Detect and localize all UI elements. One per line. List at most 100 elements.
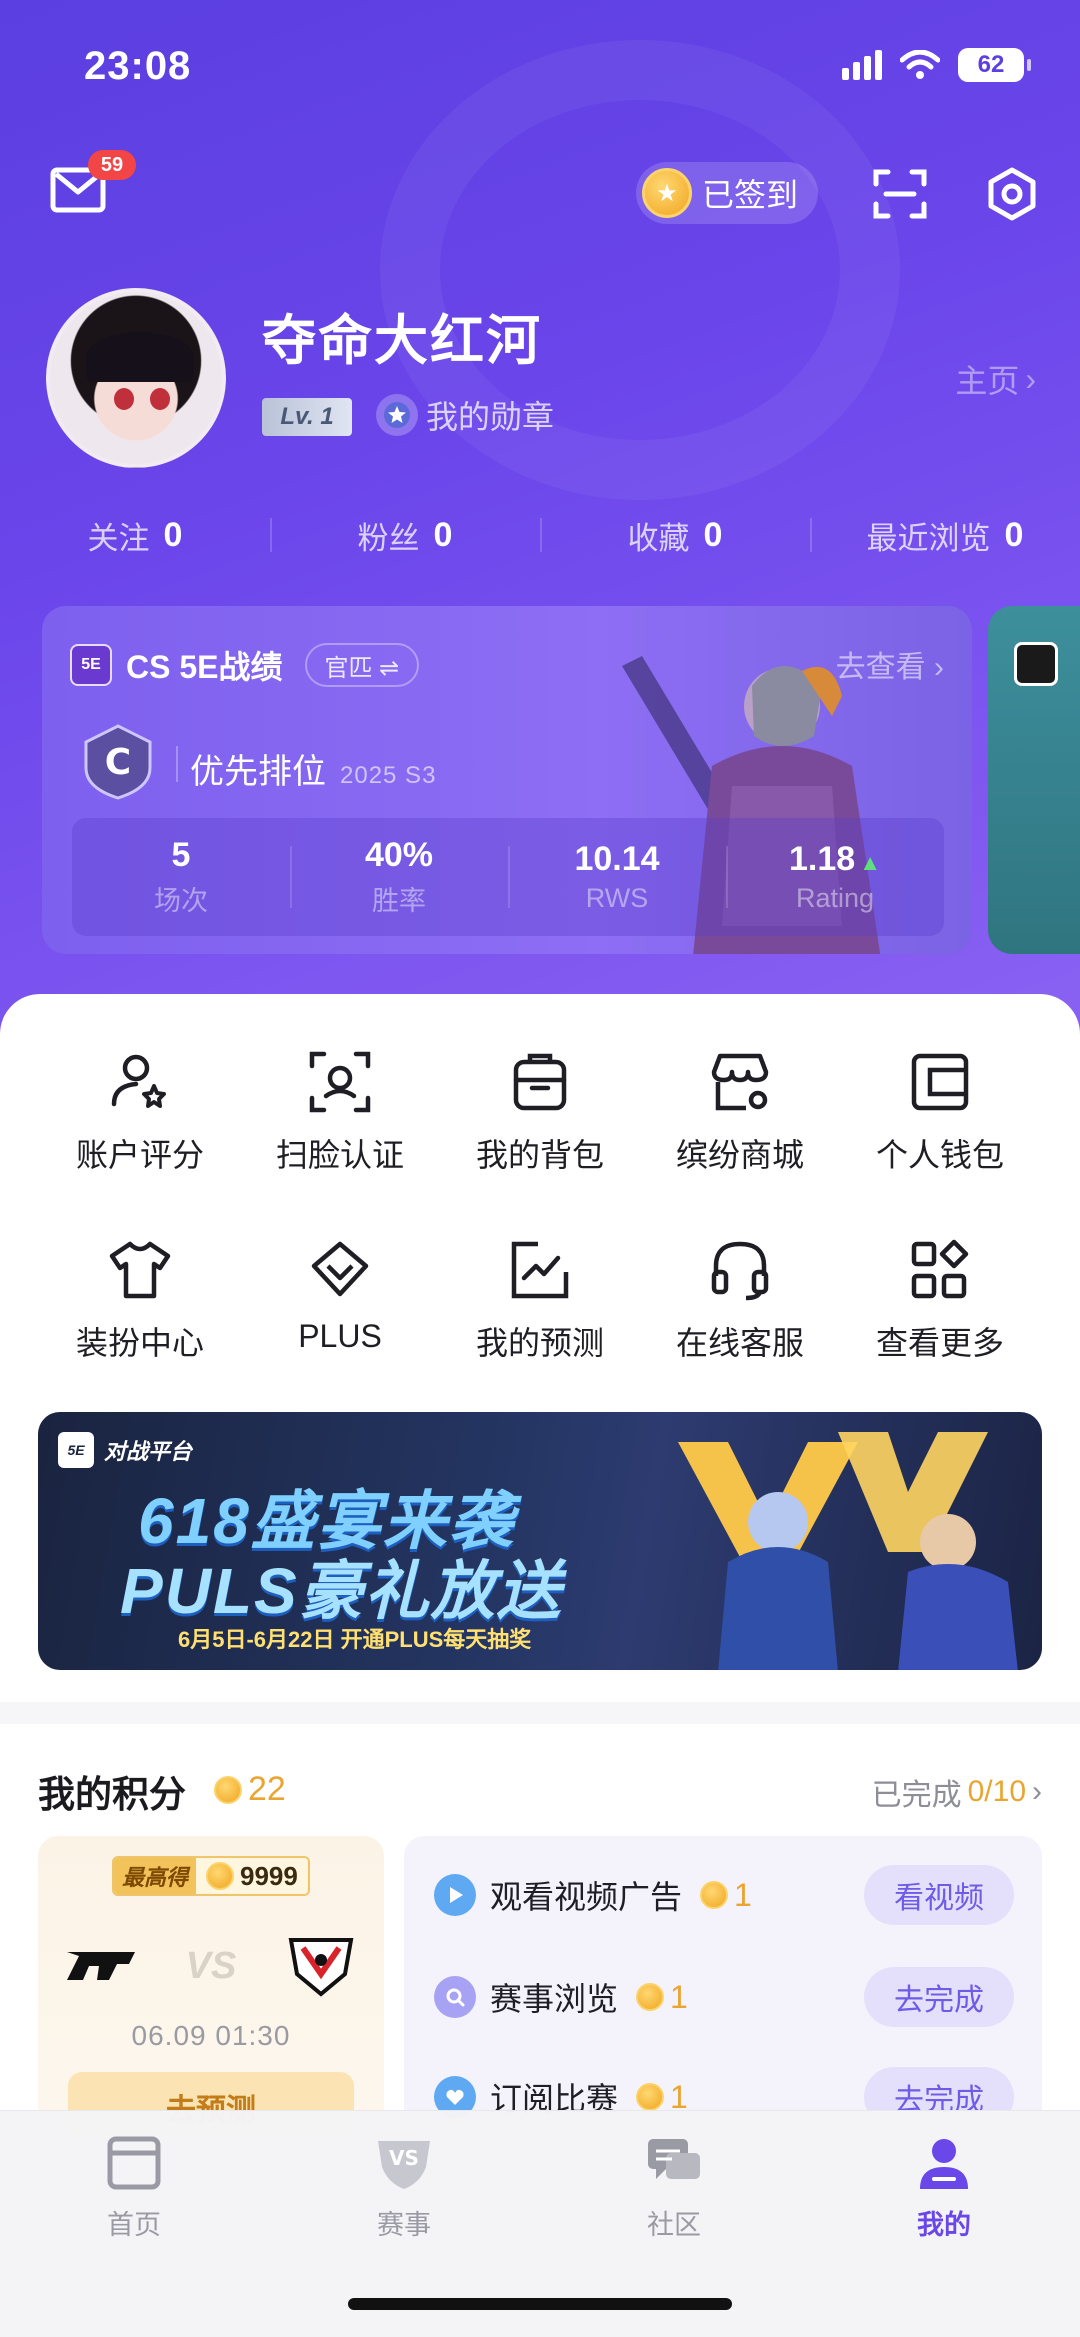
battery-indicator: 62 [958,48,1031,82]
coin-icon [206,1862,235,1890]
metric-rating: 1.18 ▲ Rating [726,818,944,936]
feature-grid: 账户评分 扫脸认证 我的背包 缤纷商城 个人钱包 装扮中心 PLUS 我的预测 … [0,1040,1080,1416]
face-scan-icon [309,1051,371,1113]
level-badge: Lv. 1 [262,398,352,436]
team-logo-pain-icon [66,1952,135,1980]
rank-shield-icon: C [84,724,152,800]
game-logo-icon [1014,642,1058,686]
stat-following[interactable]: 关注 0 [0,500,270,570]
cs-card-header: 5E CS 5E战绩 官匹 ⇌ [70,642,420,688]
cs-card-title: CS 5E战绩 [126,649,283,685]
status-icons: 62 [842,48,1031,82]
grid-wallet[interactable]: 个人钱包 [840,1040,1040,1228]
coin-icon [700,1881,729,1909]
max-reward-tag: 最高得 9999 [112,1856,310,1896]
tab-matches[interactable]: VS 赛事 [324,2131,484,2242]
wifi-icon [900,50,940,79]
star-badge-icon [376,394,418,436]
tab-profile[interactable]: 我的 [864,2131,1024,2242]
match-time: 06.09 01:30 [131,2020,291,2051]
scan-icon [873,169,927,219]
profile-icon [920,2139,968,2189]
stat-recent[interactable]: 最近浏览 0 [810,500,1080,570]
status-bar: 23:08 62 [0,0,1080,130]
profile-header: 23:08 62 59 ★ 已签到 夺命大红河 Lv. 1 我的勋章 主页 › … [0,0,1080,1040]
gear-icon [988,167,1036,221]
play-icon [434,1874,476,1916]
signal-icon [842,50,882,80]
chevron-right-icon: › [1025,360,1036,397]
chevron-right-icon: › [1032,1775,1042,1808]
points-progress-link[interactable]: 已完成 0/10 › [872,1770,1042,1814]
homepage-link[interactable]: 主页 › [955,356,1036,402]
metric-winrate: 40% 胜率 [290,818,508,936]
home-indicator [348,2298,732,2310]
next-game-card[interactable] [988,606,1080,954]
settings-button[interactable] [984,166,1040,222]
points-header: 我的积分 22 已完成 0/10 › [38,1760,1042,1815]
5e-brand-logo: 5E [58,1432,94,1468]
metric-matches: 5 场次 [154,836,208,916]
rank-info: 优先排位 2025 S3 [190,744,436,793]
top-actions: 59 ★ 已签到 [0,150,1080,240]
svg-text:VS: VS [389,2146,419,2170]
avatar[interactable] [46,288,226,468]
task-browse-matches: 赛事浏览 1 去完成 [434,1962,1014,2032]
banner-subheadline: PULS豪礼放送 [120,1555,563,1627]
more-grid-icon [911,1239,969,1299]
complete-button[interactable]: 去完成 [864,1967,1014,2027]
username: 夺命大红河 [262,311,542,371]
tab-home[interactable]: 首页 [54,2131,214,2242]
grid-support[interactable]: 在线客服 [640,1228,840,1416]
grid-account-rating[interactable]: 账户评分 [40,1040,240,1228]
search-icon [434,1976,476,2018]
coin-icon [636,1983,665,2011]
banner-illustration [678,1432,1018,1670]
grid-more[interactable]: 查看更多 [840,1228,1040,1416]
arrow-up-icon: ▲ [859,850,881,875]
points-title: 我的积分 [38,1774,186,1815]
user-star-icon [111,1054,166,1108]
prediction-card[interactable]: 最高得 9999 VS 06.09 01:30 去预测 [38,1836,384,2136]
grid-backpack[interactable]: 我的背包 [440,1040,640,1228]
status-time: 23:08 [84,44,192,88]
scan-button[interactable] [872,166,928,222]
watch-video-button[interactable]: 看视频 [864,1865,1014,1925]
grid-predictions[interactable]: 我的预测 [440,1228,640,1416]
stat-fans[interactable]: 粉丝 0 [270,500,540,570]
home-icon [107,2136,161,2190]
diamond-icon [311,1241,369,1297]
medal-link[interactable]: 我的勋章 [376,392,554,438]
chart-icon [511,1241,569,1299]
cs-stats-card[interactable]: 5E CS 5E战绩 官匹 ⇌ 去查看 › C 优先排位 2025 S3 5 场次… [42,606,972,954]
vs-icon: VS [378,2141,430,2189]
grid-store[interactable]: 缤纷商城 [640,1040,840,1228]
grid-plus[interactable]: PLUS [240,1228,440,1416]
tab-community[interactable]: 社区 [594,2131,754,2242]
rank-name: 优先排位 [190,753,326,791]
wallet-icon [911,1053,969,1111]
coin-icon [636,2083,665,2111]
match-teams: VS [38,1926,384,2006]
promo-banner[interactable]: 5E 对战平台 618盛宴来袭 PULS豪礼放送 6月5日-6月22日 开通PL… [38,1412,1042,1670]
medal-label: 我的勋章 [426,399,555,435]
coin-icon [214,1775,242,1804]
homepage-label: 主页 [955,363,1020,399]
stat-favorites[interactable]: 收藏 0 [540,500,810,570]
cs-metrics: 5 场次 40% 胜率 10.14 RWS 1.18 ▲ Rating [72,818,944,936]
banner-brand: 5E 对战平台 [58,1432,192,1468]
grid-dressup[interactable]: 装扮中心 [40,1228,240,1416]
chat-icon [648,2139,700,2179]
grid-face-verify[interactable]: 扫脸认证 [240,1040,440,1228]
cs-goto-link[interactable]: 去查看 › [836,642,944,686]
banner-date: 6月5日-6月22日 开通PLUS每天抽奖 [178,1627,532,1652]
points-balance: 22 [214,1770,286,1809]
coin-icon: ★ [642,168,692,218]
section-divider [0,1702,1080,1724]
profile-stats: 关注 0 粉丝 0 收藏 0 最近浏览 0 [0,500,1080,570]
mail-unread-badge: 59 [88,150,136,180]
mode-switch[interactable]: 官匹 ⇌ [304,643,420,687]
checkin-button[interactable]: ★ 已签到 [636,162,818,224]
rank-letter: C [105,742,131,783]
store-icon [711,1053,769,1111]
